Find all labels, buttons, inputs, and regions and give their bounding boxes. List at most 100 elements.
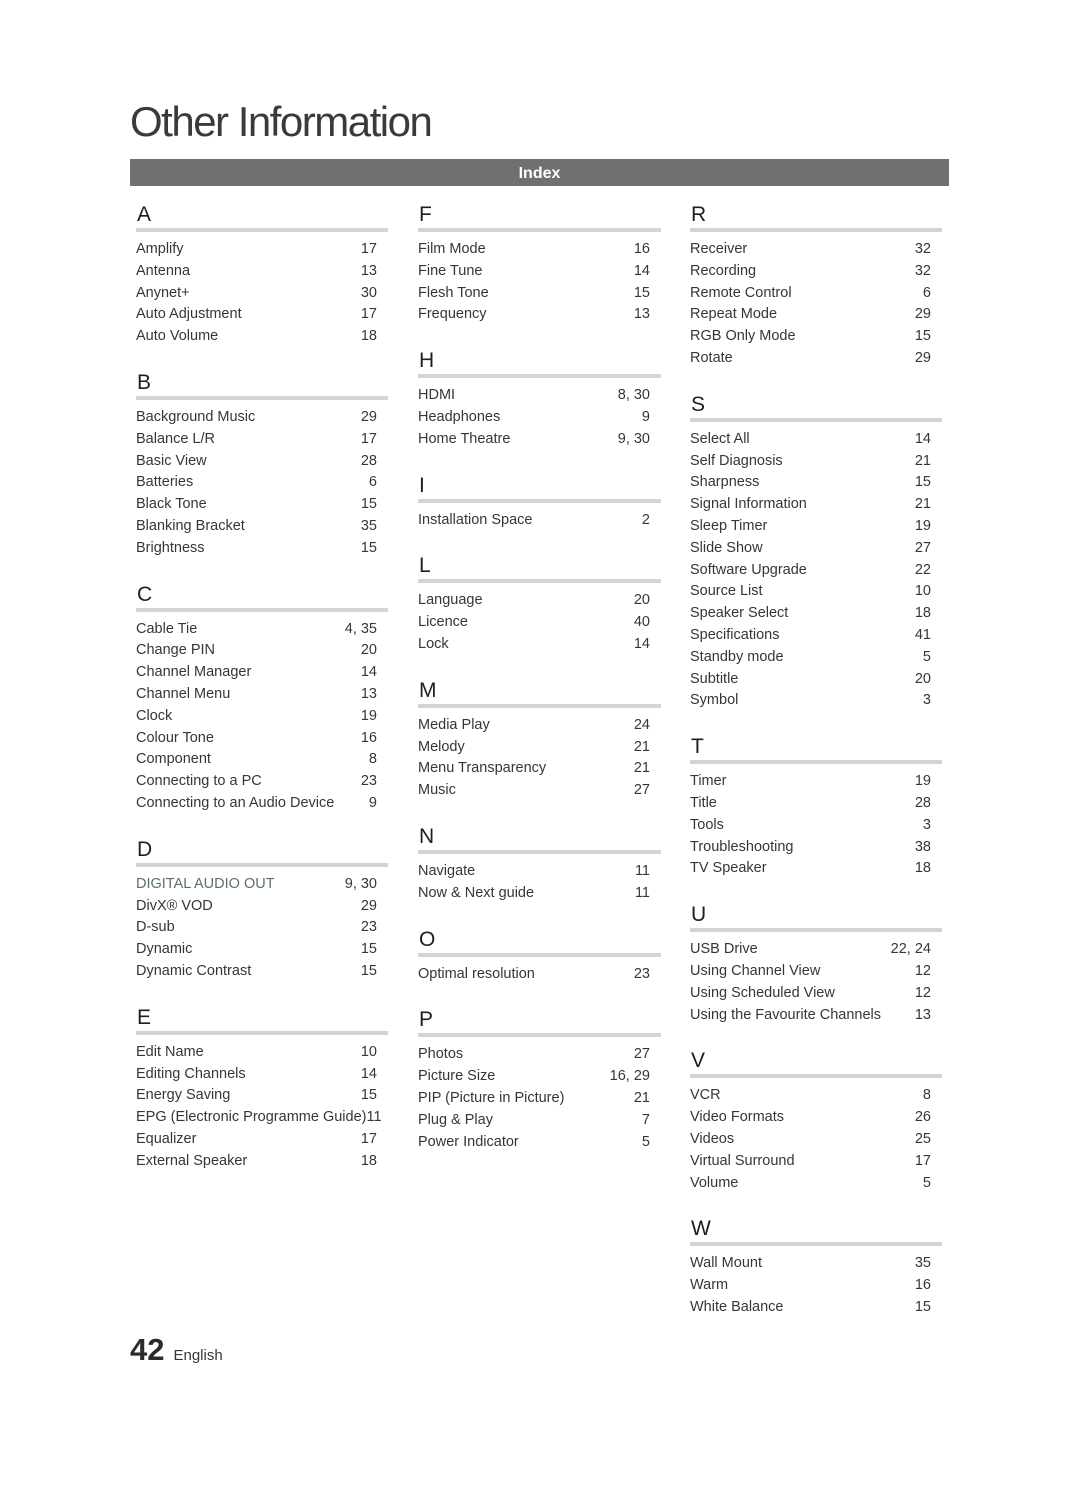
index-page-ref: 19 — [360, 707, 377, 724]
index-section-r: R Receiver 32 Recording 32 Remote Control 6 Rep… — [690, 200, 942, 370]
index-term: Specifications — [690, 626, 780, 643]
index-entry: Batteries 6 — [136, 472, 388, 494]
index-page-ref: 18 — [914, 860, 931, 877]
page-number: 42 — [130, 1332, 165, 1367]
index-entry: Signal Information 21 — [690, 494, 942, 516]
index-entry: Clock 19 — [136, 706, 388, 728]
index-term: Component — [136, 751, 211, 768]
index-page-ref: 8 — [922, 1087, 931, 1104]
index-term: Signal Information — [690, 496, 807, 513]
index-page-ref: 18 — [360, 328, 377, 345]
index-entry: USB Drive 22, 24 — [690, 939, 942, 961]
index-page-ref: 18 — [360, 1152, 377, 1169]
index-entry: Navigate 11 — [418, 861, 661, 883]
section-divider — [418, 703, 661, 708]
index-entry: Amplify 17 — [136, 239, 388, 261]
index-term: Using Scheduled View — [690, 984, 835, 1001]
index-section-w: W Wall Mount 35 Warm 16 White Balance 15 — [690, 1214, 942, 1318]
index-page-ref: 38 — [914, 838, 931, 855]
index-entry: Rotate 29 — [690, 348, 942, 370]
section-letter: L — [419, 554, 431, 578]
index-term: DIGITAL AUDIO OUT — [136, 875, 275, 892]
index-page-ref: 20 — [914, 670, 931, 687]
section-divider — [418, 498, 661, 503]
index-entry: Edit Name 10 — [136, 1042, 388, 1064]
section-divider — [690, 417, 942, 422]
index-page-ref: 6 — [922, 284, 931, 301]
index-entry: Component 8 — [136, 749, 388, 771]
index-page-ref: 19 — [914, 517, 931, 534]
index-page-ref: 13 — [633, 306, 650, 323]
index-entry: Slide Show 27 — [690, 538, 942, 560]
index-entry: Sleep Timer 19 — [690, 516, 942, 538]
index-page-ref: 15 — [360, 941, 377, 958]
index-term: TV Speaker — [690, 860, 767, 877]
index-entry: Specifications 41 — [690, 625, 942, 647]
index-entry: VCR 8 — [690, 1085, 942, 1107]
section-divider — [418, 1033, 661, 1038]
section-letter: T — [691, 735, 704, 759]
section-letter: V — [691, 1049, 706, 1073]
index-term: Lock — [418, 635, 449, 652]
index-column-3: R Receiver 32 Recording 32 Remote Control 6 Rep… — [690, 200, 942, 1339]
index-term: Amplify — [136, 241, 184, 257]
index-page-ref: 17 — [360, 241, 377, 257]
index-term: USB Drive — [690, 941, 758, 958]
page-title: Other Information — [130, 98, 433, 145]
index-term: DivX® VOD — [136, 897, 213, 914]
index-entry: HDMI 8, 30 — [418, 385, 661, 407]
index-page-ref: 15 — [633, 284, 650, 301]
index-entry: Plug & Play 7 — [418, 1110, 661, 1132]
index-page-ref: 30 — [360, 284, 377, 301]
index-entry: PIP (Picture in Picture) 21 — [418, 1088, 661, 1110]
index-term: VCR — [690, 1087, 721, 1104]
index-page-ref: 35 — [914, 1255, 931, 1272]
index-term: Auto Volume — [136, 328, 219, 345]
index-section-m: M Media Play 24 Melody 21 Menu Transparency 21… — [418, 676, 661, 802]
index-page-ref: 21 — [914, 452, 931, 469]
index-term: Clock — [136, 707, 173, 724]
index-page-ref: 20 — [633, 592, 650, 609]
section-letter: I — [419, 473, 425, 497]
index-entry: Lock 14 — [418, 634, 661, 656]
index-page-ref: 16, 29 — [609, 1068, 650, 1085]
index-page-ref: 26 — [914, 1109, 931, 1126]
index-page-ref: 32 — [914, 262, 931, 279]
index-page-ref: 16 — [914, 1277, 931, 1294]
index-entry: Change PIN 20 — [136, 640, 388, 662]
index-term: Film Mode — [418, 241, 486, 257]
index-term: Using Channel View — [690, 962, 821, 979]
index-entry: Auto Volume 18 — [136, 326, 388, 348]
index-column-2: F Film Mode 16 Fine Tune 14 Flesh Tone 15 Frequ… — [418, 200, 661, 1173]
index-term: Basic View — [136, 452, 207, 469]
index-term: Virtual Surround — [690, 1152, 795, 1169]
index-page-ref: 14 — [914, 430, 931, 447]
index-header-label: Index — [518, 165, 561, 182]
index-page-ref: 18 — [914, 605, 931, 622]
index-entry: Home Theatre 9, 30 — [418, 429, 661, 451]
index-term: Rotate — [690, 349, 733, 366]
index-page-ref: 21 — [914, 496, 931, 513]
index-page-ref: 14 — [360, 1065, 377, 1082]
index-entry: Music 27 — [418, 780, 661, 802]
index-page-ref: 6 — [368, 474, 377, 491]
page-footer: 42 English — [130, 1332, 223, 1368]
index-entry: Connecting to a PC 23 — [136, 771, 388, 793]
index-page-ref: 5 — [922, 1174, 931, 1191]
index-page-ref: 9, 30 — [344, 875, 377, 892]
index-page-ref: 15 — [360, 962, 377, 979]
index-page-ref: 21 — [633, 760, 650, 777]
index-page-ref: 15 — [914, 1298, 931, 1315]
index-term: Sharpness — [690, 474, 760, 491]
index-entry: Sharpness 15 — [690, 472, 942, 494]
index-term: Energy Saving — [136, 1087, 231, 1104]
index-entry: Subtitle 20 — [690, 669, 942, 691]
index-page-ref: 22 — [914, 561, 931, 578]
index-entry: DIGITAL AUDIO OUT 9, 30 — [136, 874, 388, 896]
index-entry: Receiver 32 — [690, 239, 942, 261]
index-section-h: H HDMI 8, 30 Headphones 9 Home Theatre 9, 30 — [418, 346, 661, 450]
index-term: Warm — [690, 1277, 729, 1294]
section-letter: R — [691, 203, 707, 226]
index-entry: Wall Mount 35 — [690, 1253, 942, 1275]
index-entry: Symbol 3 — [690, 690, 942, 712]
